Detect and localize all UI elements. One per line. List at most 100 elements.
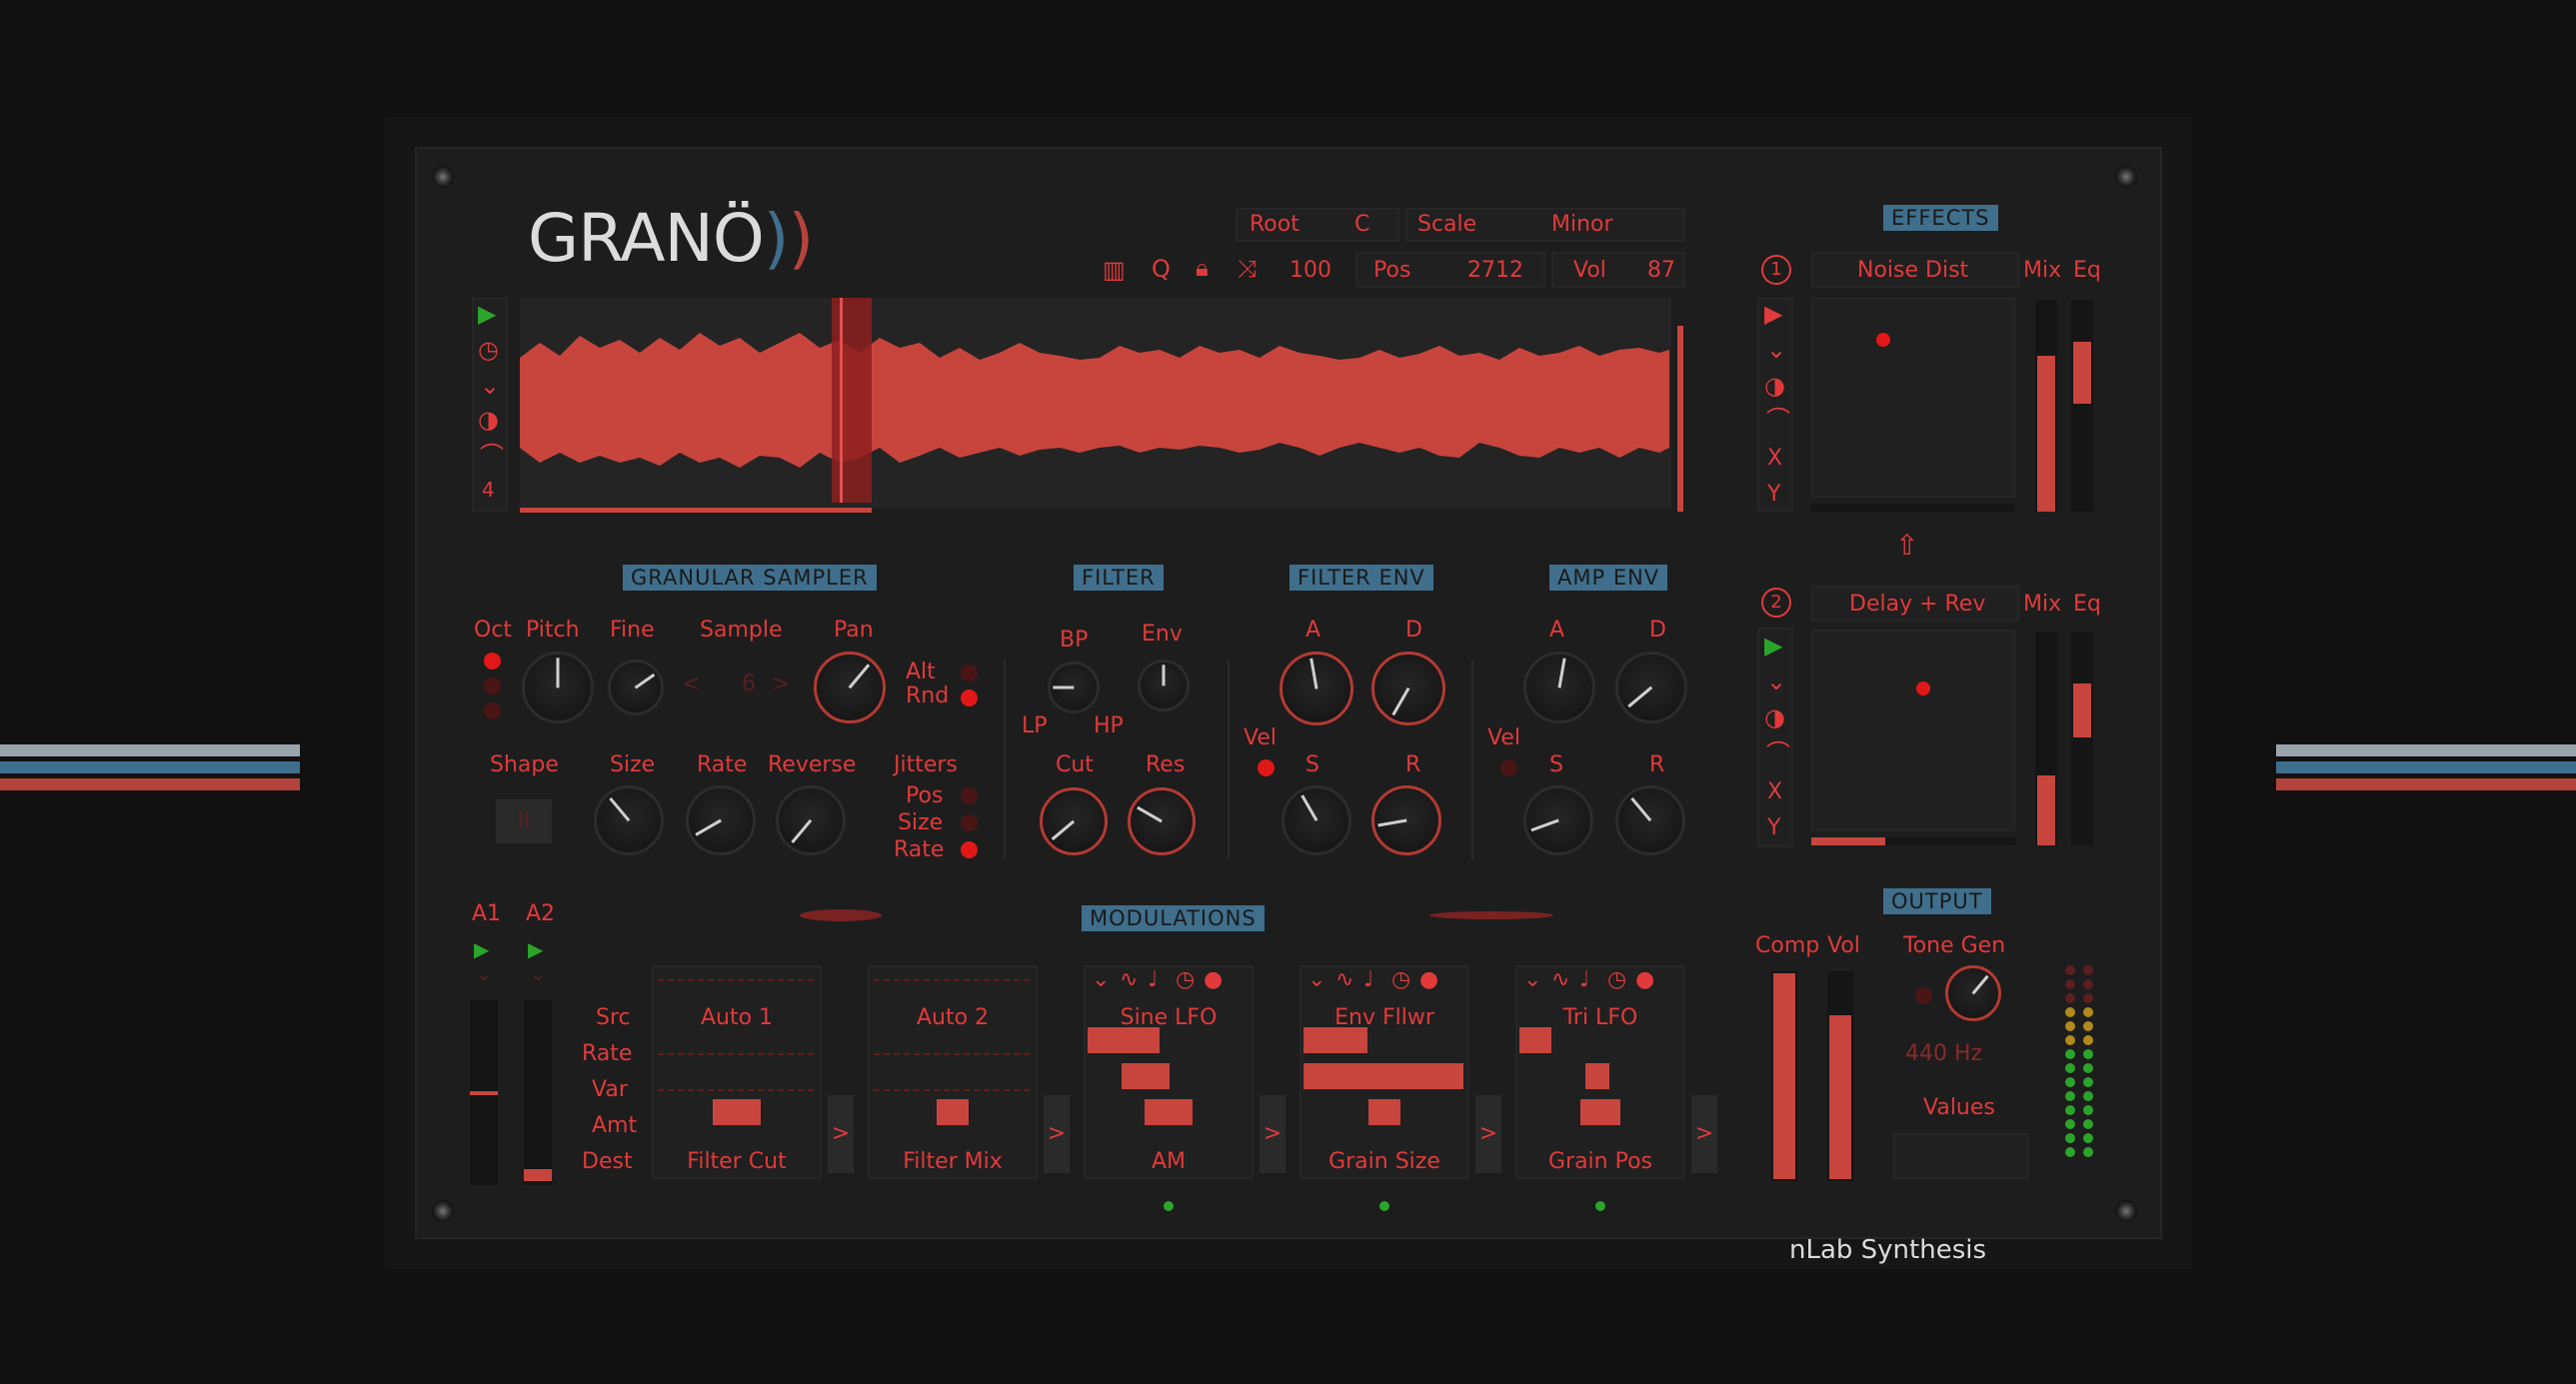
tone-freq[interactable]: 440 Hz	[1905, 1041, 1982, 1066]
swap-arrow-icon[interactable]: ⇧	[1895, 532, 1918, 560]
clock-icon[interactable]: ◷	[1391, 969, 1410, 991]
filter-mode-knob[interactable]	[1048, 662, 1100, 713]
chevron-down-icon[interactable]: ⌄	[480, 374, 500, 398]
speed-value[interactable]: 100	[1289, 258, 1331, 283]
size-knob[interactable]	[594, 785, 664, 855]
jitter-pos-led[interactable]	[961, 787, 978, 804]
clock-icon[interactable]: ◷	[1607, 969, 1626, 991]
sample-prev[interactable]: <	[682, 672, 700, 696]
note-icon[interactable]: ♩	[1579, 969, 1589, 991]
four-icon[interactable]: 4	[482, 480, 495, 500]
waveform-icon[interactable]: ∿	[1551, 969, 1569, 991]
mod-amt-bar[interactable]	[1145, 1099, 1193, 1125]
resonance-knob[interactable]	[1128, 787, 1196, 855]
fx2-chevron-icon[interactable]: ⌄	[1766, 670, 1786, 693]
fenv-release-knob[interactable]	[1371, 785, 1441, 855]
chevron-down-icon[interactable]: ⌄	[1307, 969, 1325, 991]
clock-icon[interactable]: ◷	[478, 338, 499, 362]
mod-next-button[interactable]: >	[1475, 1095, 1501, 1173]
tone-gen-knob[interactable]	[1945, 965, 2001, 1021]
note-icon[interactable]: ♩	[1363, 969, 1373, 991]
fx2-scroll-thumb[interactable]	[1811, 837, 1885, 845]
mod-dest-value[interactable]: Grain Pos	[1523, 1149, 1677, 1174]
toggle-icon[interactable]: ●	[1204, 969, 1223, 991]
pos-value[interactable]: 2712	[1467, 258, 1523, 283]
mod-dest-value[interactable]: Filter Cut	[660, 1149, 814, 1174]
waveform-icon[interactable]: ∿	[1120, 969, 1138, 991]
waveform-display[interactable]	[520, 298, 1671, 508]
fenv-vel-led[interactable]	[1258, 759, 1275, 776]
a2-play-icon[interactable]: ▶	[528, 939, 543, 959]
mod-dest-value[interactable]: Grain Size	[1307, 1149, 1461, 1174]
fx1-half-circle-icon[interactable]: ◑	[1764, 374, 1785, 398]
fx2-curve-icon[interactable]: ⌒	[1766, 741, 1790, 765]
jitter-size-led[interactable]	[961, 814, 978, 831]
cutoff-knob[interactable]	[1040, 787, 1108, 855]
rate-knob[interactable]	[686, 785, 756, 855]
lock-icon[interactable]: 🔒︎	[1196, 256, 1209, 280]
playhead-progress[interactable]	[520, 508, 872, 513]
quantize-icon[interactable]: Q	[1152, 257, 1171, 281]
fx1-play-icon[interactable]: ▶	[1764, 302, 1782, 326]
a1-slider-handle[interactable]	[470, 1091, 498, 1095]
fx1-curve-icon[interactable]: ⌒	[1766, 408, 1790, 432]
mod-next-button[interactable]: >	[828, 1095, 854, 1173]
aenv-decay-knob[interactable]	[1615, 652, 1687, 723]
oct-led-2[interactable]	[484, 678, 501, 694]
rnd-led[interactable]	[961, 690, 978, 706]
mod-amt-bar[interactable]	[1368, 1099, 1400, 1125]
sample-value[interactable]: 6	[742, 672, 756, 696]
note-icon[interactable]: ♩	[1148, 969, 1158, 991]
sample-next[interactable]: >	[772, 672, 790, 696]
mod-dest-value[interactable]: AM	[1092, 1149, 1246, 1174]
a1-play-icon[interactable]: ▶	[474, 939, 489, 959]
aenv-attack-knob[interactable]	[1523, 652, 1595, 723]
vol-value[interactable]: 87	[1647, 258, 1675, 283]
fx2-half-circle-icon[interactable]: ◑	[1764, 705, 1785, 729]
toggle-icon[interactable]: ●	[1419, 969, 1438, 991]
play-icon[interactable]: ▶	[478, 302, 496, 326]
fx-slot1-name[interactable]: Noise Dist	[1857, 258, 1968, 283]
mod-rate-bar[interactable]	[1088, 1027, 1160, 1053]
tone-gen-led[interactable]	[1915, 987, 1932, 1004]
fx1-chevron-icon[interactable]: ⌄	[1766, 338, 1786, 362]
fx2-eq-slider[interactable]	[2071, 632, 2093, 845]
fine-knob[interactable]	[608, 660, 664, 715]
pan-knob[interactable]	[814, 652, 886, 723]
fx1-xy-point[interactable]	[1876, 333, 1890, 347]
mod-amt-bar[interactable]	[1580, 1099, 1620, 1125]
shape-button[interactable]: II	[496, 799, 552, 843]
mod-rate-bar[interactable]	[1519, 1027, 1551, 1053]
reverse-knob[interactable]	[776, 785, 846, 855]
pitch-knob[interactable]	[522, 652, 594, 723]
a2-slider[interactable]	[524, 999, 552, 1185]
aenv-release-knob[interactable]	[1615, 785, 1685, 855]
fx2-xy-point[interactable]	[1916, 682, 1930, 695]
mod-var-bar[interactable]	[1303, 1063, 1463, 1089]
mod-dest-value[interactable]: Filter Mix	[876, 1149, 1030, 1174]
filter-env-knob[interactable]	[1138, 660, 1190, 711]
half-circle-icon[interactable]: ◑	[478, 408, 499, 432]
fx1-eq-slider[interactable]	[2071, 300, 2093, 512]
mod-rate-bar[interactable]	[1303, 1027, 1367, 1053]
curve-icon[interactable]: ⌒	[480, 444, 504, 468]
mod-var-bar[interactable]	[1122, 1063, 1170, 1089]
chevron-down-icon[interactable]: ⌄	[1092, 969, 1110, 991]
fx2-play-icon[interactable]: ▶	[1764, 634, 1782, 658]
mod-var-bar[interactable]	[1585, 1063, 1609, 1089]
root-value[interactable]: C	[1354, 212, 1369, 237]
mod-next-button[interactable]: >	[1044, 1095, 1070, 1173]
oct-led-1[interactable]	[484, 653, 501, 670]
fenv-sustain-knob[interactable]	[1282, 785, 1351, 855]
mod-src-value[interactable]: Auto 2	[876, 1005, 1030, 1030]
aenv-vel-led[interactable]	[1500, 759, 1517, 776]
waveform-icon[interactable]: ∿	[1335, 969, 1353, 991]
mod-next-button[interactable]: >	[1260, 1095, 1286, 1173]
jitter-rate-led[interactable]	[961, 841, 978, 858]
chevron-down-icon[interactable]: ⌄	[1523, 969, 1541, 991]
fenv-attack-knob[interactable]	[1280, 652, 1353, 725]
a2-chevron-icon[interactable]: ⌄	[530, 963, 547, 983]
clock-icon[interactable]: ◷	[1176, 969, 1195, 991]
a2-slider-handle[interactable]	[524, 1169, 552, 1181]
alt-led[interactable]	[961, 665, 978, 682]
